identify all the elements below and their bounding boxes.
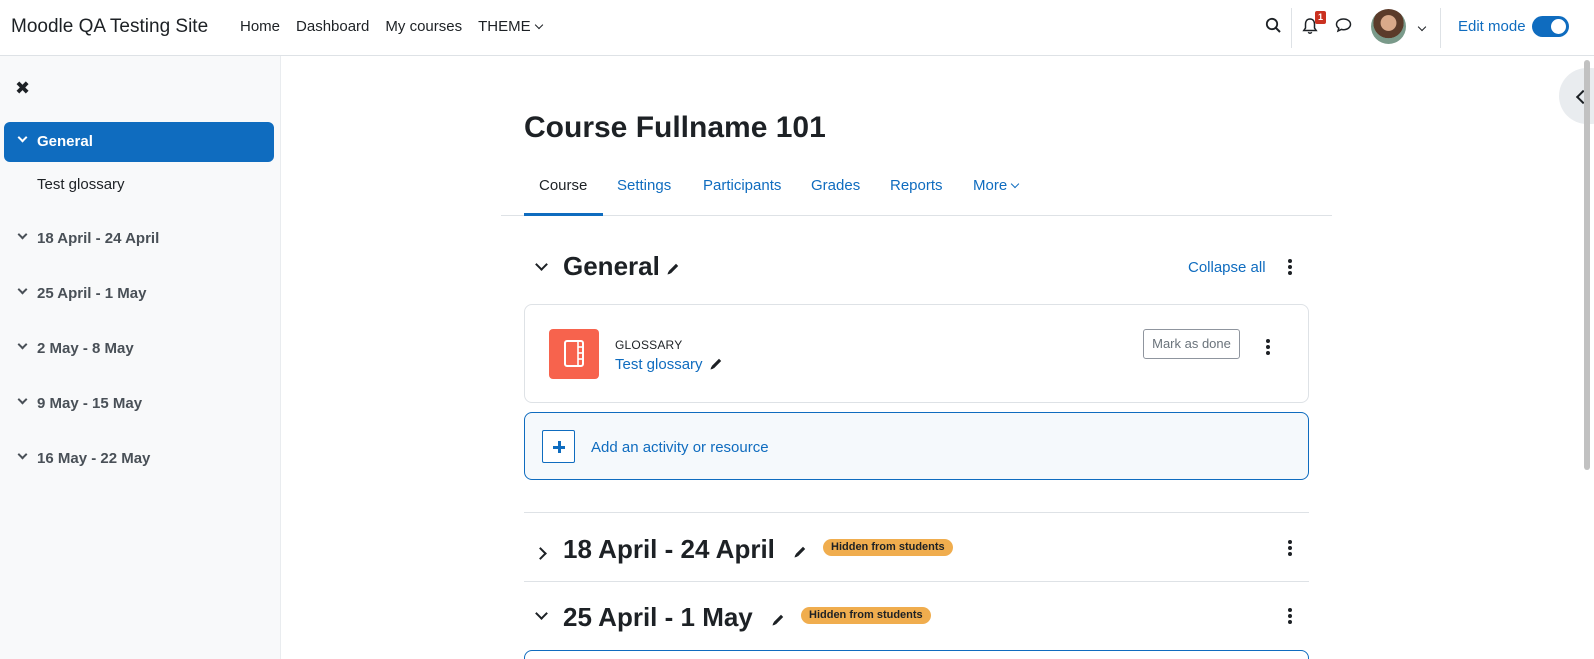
course-index-activity-test-glossary[interactable]: Test glossary (37, 176, 125, 193)
course-index-section-label: 25 April - 1 May (37, 285, 147, 302)
course-index-section-label: 9 May - 15 May (37, 395, 143, 412)
glossary-icon[interactable] (549, 329, 599, 379)
section-expand-chevron-icon[interactable] (534, 547, 547, 560)
active-tab-indicator (524, 213, 603, 216)
nav-theme-menu[interactable]: THEME (478, 18, 543, 35)
plus-icon (542, 430, 575, 463)
section-content-card (524, 650, 1309, 659)
page-scrollbar[interactable] (1584, 60, 1590, 470)
course-index-section-week-4[interactable]: 9 May - 15 May (4, 384, 274, 424)
course-index-section-week-3[interactable]: 2 May - 8 May (4, 329, 274, 369)
activity-card-glossary: GLOSSARY Test glossary Mark as done (524, 304, 1309, 403)
page-title: Course Fullname 101 (524, 111, 826, 144)
user-menu-chevron-down-icon[interactable] (1417, 22, 1427, 32)
nav-my-courses[interactable]: My courses (385, 18, 462, 35)
tab-course[interactable]: Course (539, 177, 587, 194)
mark-as-done-button[interactable]: Mark as done (1143, 329, 1240, 359)
course-secondary-nav: Course Settings Participants Grades Repo… (501, 160, 1332, 216)
top-navbar: Moodle QA Testing Site Home Dashboard My… (0, 0, 1594, 56)
hidden-from-students-badge: Hidden from students (801, 607, 931, 624)
course-index-section-week-2[interactable]: 25 April - 1 May (4, 274, 274, 314)
course-index-section-label: 2 May - 8 May (37, 340, 134, 357)
navbar-divider (1440, 8, 1441, 48)
navbar-divider (1291, 8, 1292, 48)
section-collapse-chevron-icon[interactable] (535, 607, 548, 620)
edit-pencil-icon[interactable] (709, 357, 723, 371)
chevron-down-icon[interactable] (17, 132, 28, 143)
nav-theme-label: THEME (478, 18, 531, 35)
tab-participants[interactable]: Participants (703, 177, 781, 194)
edit-mode-toggle[interactable] (1532, 16, 1569, 37)
course-index-section-label: General (37, 133, 93, 150)
nav-home[interactable]: Home (240, 18, 280, 35)
search-icon[interactable] (1265, 17, 1282, 34)
course-index-section-week-1[interactable]: 18 April - 24 April (4, 219, 274, 259)
tab-reports[interactable]: Reports (890, 177, 943, 194)
edit-pencil-icon[interactable] (793, 545, 807, 559)
message-bubble-icon[interactable] (1335, 17, 1352, 33)
notification-count-badge: 1 (1315, 11, 1326, 24)
tab-more-label: More (973, 177, 1008, 194)
nav-dashboard[interactable]: Dashboard (296, 18, 369, 35)
section-actions-kebab-icon[interactable] (1288, 259, 1292, 277)
tab-settings[interactable]: Settings (617, 177, 671, 194)
course-index-section-label: 16 May - 22 May (37, 450, 151, 467)
tab-grades[interactable]: Grades (811, 177, 860, 194)
chevron-down-icon[interactable] (17, 339, 28, 350)
section-title-week-1: 18 April - 24 April (563, 534, 775, 564)
collapse-all-link[interactable]: Collapse all (1188, 259, 1266, 276)
section-title-week-2: 25 April - 1 May (563, 602, 753, 632)
add-activity-button[interactable]: Add an activity or resource (524, 412, 1309, 480)
close-drawer-icon[interactable]: ✖ (15, 78, 30, 99)
section-divider (524, 581, 1309, 582)
section-collapse-chevron-icon[interactable] (535, 258, 548, 271)
section-title-general: General (563, 251, 660, 281)
chevron-down-icon[interactable] (17, 229, 28, 240)
edit-pencil-icon[interactable] (771, 613, 785, 627)
add-activity-label: Add an activity or resource (591, 439, 769, 456)
course-index-drawer: ✖ General Test glossary 18 April - 24 Ap… (0, 56, 281, 659)
activity-name-link[interactable]: Test glossary (615, 356, 703, 373)
activity-type-label: GLOSSARY (615, 338, 683, 352)
user-avatar[interactable] (1371, 9, 1406, 44)
course-index-section-general[interactable]: General (4, 122, 274, 162)
edit-mode-label: Edit mode (1458, 18, 1526, 35)
chevron-down-icon (1010, 179, 1020, 189)
chevron-down-icon[interactable] (17, 284, 28, 295)
course-index-section-label: 18 April - 24 April (37, 230, 160, 247)
chevron-down-icon[interactable] (17, 449, 28, 460)
chevron-down-icon (534, 20, 543, 30)
edit-pencil-icon[interactable] (666, 262, 680, 276)
chevron-down-icon[interactable] (17, 394, 28, 405)
hidden-from-students-badge: Hidden from students (823, 539, 953, 556)
primary-nav: Home Dashboard My courses THEME (240, 18, 558, 35)
tab-more[interactable]: More (973, 177, 1020, 194)
section-actions-kebab-icon[interactable] (1288, 608, 1292, 626)
activity-actions-kebab-icon[interactable] (1266, 339, 1270, 357)
site-name[interactable]: Moodle QA Testing Site (11, 16, 208, 38)
course-index-section-week-5[interactable]: 16 May - 22 May (4, 439, 274, 479)
section-actions-kebab-icon[interactable] (1288, 540, 1292, 558)
section-divider (524, 512, 1309, 513)
